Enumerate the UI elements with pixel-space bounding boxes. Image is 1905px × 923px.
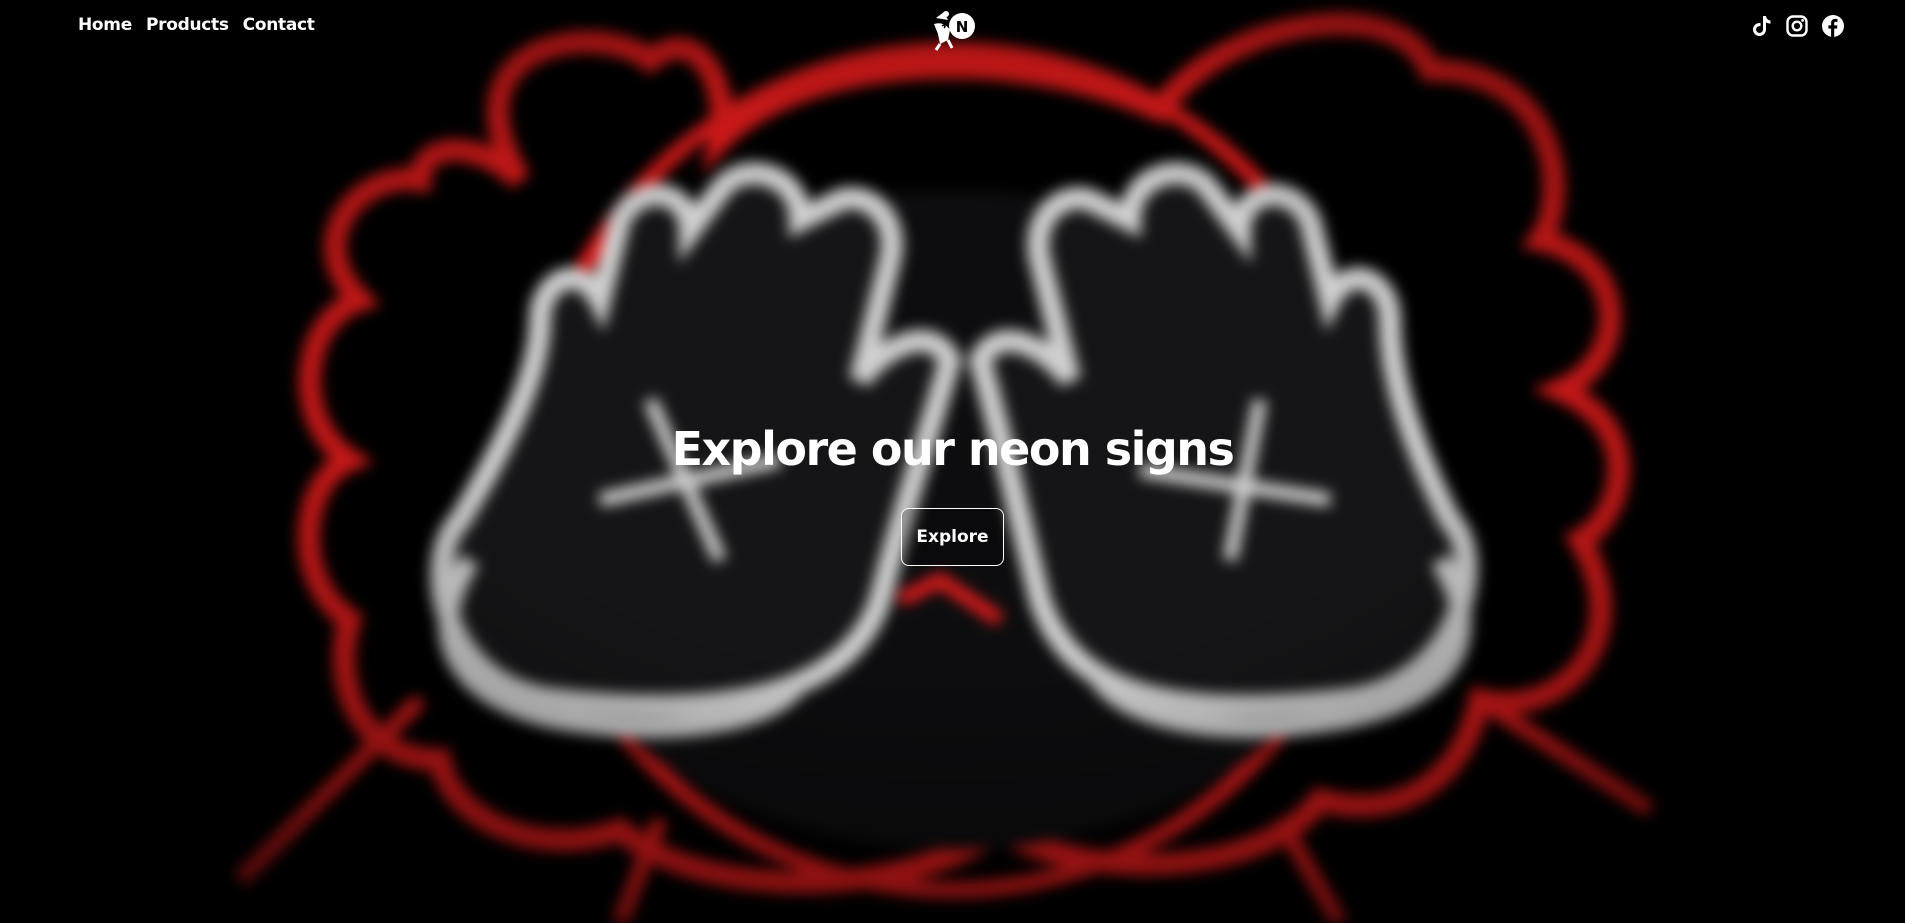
instagram-icon[interactable] (1785, 14, 1809, 38)
landing-page: Home Products Contact N Explore our neon… (0, 0, 1905, 923)
facebook-icon[interactable] (1821, 14, 1845, 38)
nav-link-contact[interactable]: Contact (243, 15, 315, 35)
explore-button[interactable]: Explore (901, 508, 1004, 566)
hero-content: Explore our neon signs Explore (0, 418, 1905, 566)
social-links (1749, 14, 1845, 38)
nav-link-products[interactable]: Products (146, 15, 229, 35)
neon-mascot-logo-icon[interactable]: N (926, 4, 982, 52)
hero-title: Explore our neon signs (671, 422, 1235, 476)
svg-text:N: N (956, 18, 969, 36)
top-navigation: Home Products Contact N (0, 0, 1905, 54)
tiktok-icon[interactable] (1749, 14, 1773, 38)
nav-link-home[interactable]: Home (78, 15, 132, 35)
nav-links: Home Products Contact (78, 15, 315, 35)
